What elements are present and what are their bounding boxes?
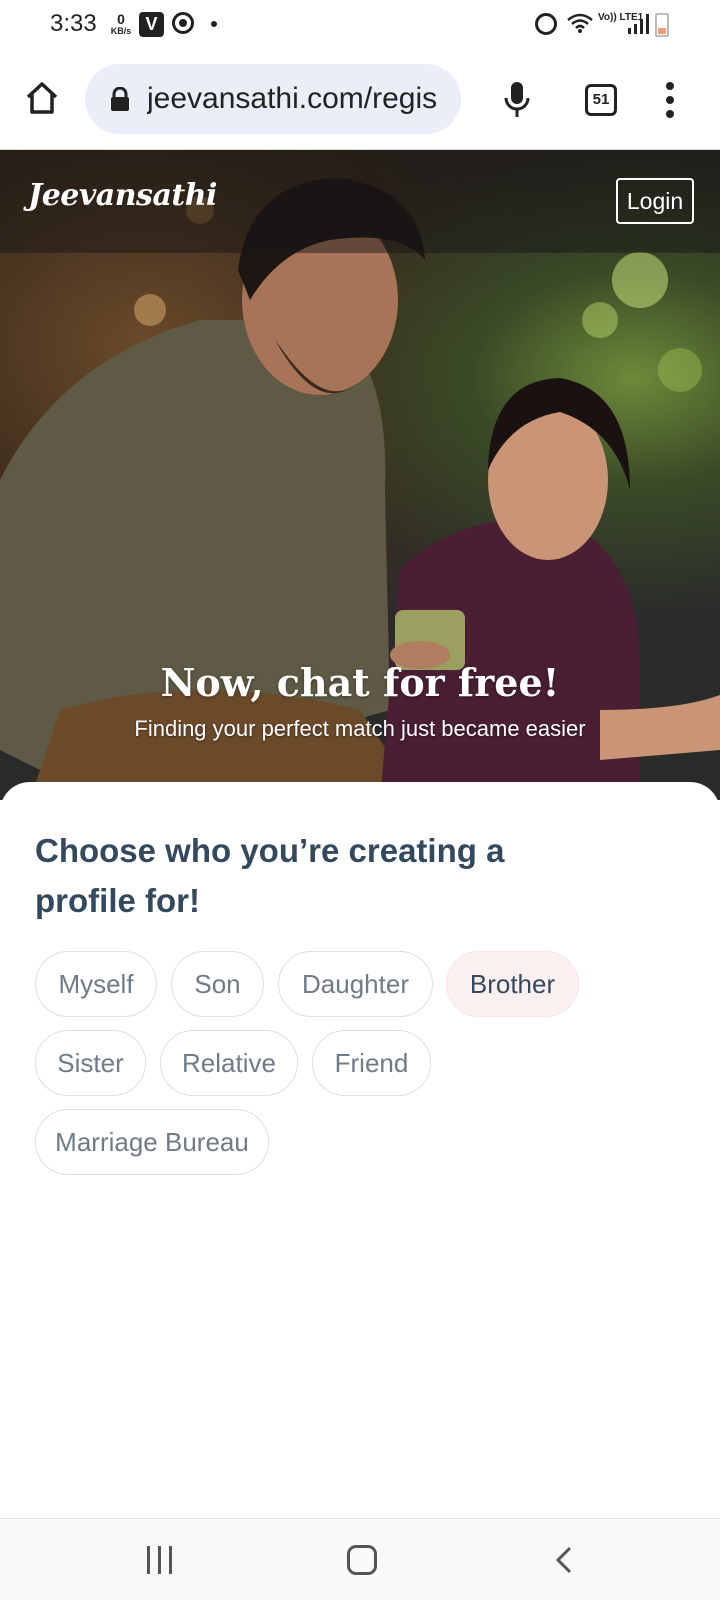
nav-home-icon[interactable] <box>347 1545 377 1575</box>
hero-title: Now, chat for free! <box>160 660 560 705</box>
more-vert-icon[interactable] <box>665 82 675 118</box>
battery-icon <box>655 13 669 37</box>
recents-icon[interactable] <box>147 1546 173 1574</box>
option-marriage-bureau[interactable]: Marriage Bureau <box>35 1109 269 1175</box>
data-rate-indicator: 0 KB/s <box>106 12 136 36</box>
browser-toolbar: jeevansathi.com/regis 51 <box>0 50 720 150</box>
option-friend[interactable]: Friend <box>312 1030 431 1096</box>
back-icon[interactable] <box>550 1545 580 1575</box>
status-bar: 3:33 0 KB/s V Vo)) LTE1 <box>0 0 720 50</box>
profile-for-card: Choose who you’re creating a profile for… <box>0 782 720 1518</box>
lock-icon <box>111 87 129 111</box>
option-sister[interactable]: Sister <box>35 1030 146 1096</box>
option-son[interactable]: Son <box>171 951 264 1017</box>
status-time: 3:33 <box>50 10 97 37</box>
site-header: Jeevansathi Login <box>0 150 720 253</box>
alarm-icon <box>535 13 557 35</box>
option-relative[interactable]: Relative <box>160 1030 298 1096</box>
mic-icon[interactable] <box>502 80 532 120</box>
home-icon[interactable] <box>24 80 60 116</box>
address-bar[interactable]: jeevansathi.com/regis <box>85 64 461 134</box>
option-daughter[interactable]: Daughter <box>278 951 433 1017</box>
signal-icon <box>628 14 649 34</box>
brand-logo[interactable]: Jeevansathi <box>28 178 217 213</box>
option-myself[interactable]: Myself <box>35 951 157 1017</box>
system-nav-bar <box>0 1518 720 1600</box>
hero-banner: Jeevansathi Login Now, chat for free! Fi… <box>0 150 720 800</box>
option-brother[interactable]: Brother <box>446 951 579 1017</box>
hero-subtitle: Finding your perfect match just became e… <box>134 716 586 741</box>
data-rate-value: 0 <box>117 11 125 27</box>
data-rate-unit: KB/s <box>110 26 132 36</box>
wifi-icon <box>567 13 593 33</box>
login-button[interactable]: Login <box>616 178 694 224</box>
tabs-icon[interactable]: 51 <box>585 84 617 116</box>
url-text[interactable]: jeevansathi.com/regis <box>147 82 453 116</box>
carrier-app-icon: V <box>139 12 164 37</box>
notification-dot-icon <box>211 21 217 27</box>
sync-icon <box>172 12 194 34</box>
profile-for-heading: Choose who you’re creating a profile for… <box>35 832 505 919</box>
